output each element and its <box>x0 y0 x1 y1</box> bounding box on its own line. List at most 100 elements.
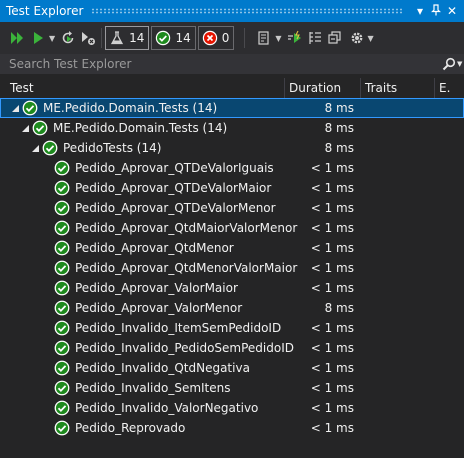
failed-tests-counter[interactable]: 0 <box>197 26 235 50</box>
test-row[interactable]: Pedido_Invalido_PedidoSemPedidoID < 1 ms <box>0 338 464 358</box>
passed-check-icon <box>54 240 70 256</box>
run-dropdown-chevron-icon[interactable]: ▼ <box>49 34 55 43</box>
title-bar: Test Explorer ▾ ✕ <box>0 0 464 22</box>
test-duration: < 1 ms <box>310 401 354 415</box>
window-title: Test Explorer <box>6 4 84 18</box>
test-name: ME.Pedido.Domain.Tests (14) <box>53 121 228 135</box>
passed-check-icon <box>54 340 70 356</box>
search-icon[interactable]: ▼ <box>442 57 464 71</box>
settings-gear-icon[interactable] <box>347 26 367 50</box>
tree-group-row[interactable]: PedidoTests (14) 8 ms <box>0 138 464 158</box>
test-name: Pedido_Aprovar_QTDeValorMenor <box>75 201 276 215</box>
test-row[interactable]: Pedido_Invalido_ItemSemPedidoID < 1 ms <box>0 318 464 338</box>
test-row[interactable]: Pedido_Aprovar_QTDeValorMenor < 1 ms <box>0 198 464 218</box>
test-row[interactable]: Pedido_Aprovar_QtdMaiorValorMenor < 1 ms <box>0 218 464 238</box>
passed-check-icon <box>32 120 48 136</box>
window-menu-chevron-icon[interactable]: ▾ <box>412 4 428 18</box>
passed-check-icon <box>54 200 70 216</box>
test-name: Pedido_Aprovar_QtdMaiorValorMenor <box>75 221 298 235</box>
flask-icon <box>111 31 124 45</box>
test-name: Pedido_Invalido_ItemSemPedidoID <box>75 321 282 335</box>
test-row[interactable]: Pedido_Invalido_ValorNegativo < 1 ms <box>0 398 464 418</box>
toolbar-separator <box>101 28 103 48</box>
test-name: Pedido_Aprovar_QtdMenor <box>75 241 234 255</box>
test-row[interactable]: Pedido_Aprovar_ValorMenor 8 ms <box>0 298 464 318</box>
passed-check-icon <box>54 420 70 436</box>
passed-check-icon <box>54 180 70 196</box>
passed-tests-counter[interactable]: 14 <box>151 26 196 50</box>
test-name: Pedido_Aprovar_QTDeValorIguais <box>75 161 274 175</box>
test-duration: 8 ms <box>324 141 354 155</box>
test-name: Pedido_Aprovar_ValorMenor <box>75 301 243 315</box>
settings-dropdown-chevron-icon[interactable]: ▼ <box>368 34 374 43</box>
test-duration: < 1 ms <box>310 361 354 375</box>
close-icon[interactable]: ✕ <box>444 4 460 18</box>
total-count: 14 <box>129 31 145 45</box>
test-name: PedidoTests (14) <box>63 141 162 155</box>
test-duration: 8 ms <box>324 301 354 315</box>
search-options-chevron-icon[interactable]: ▼ <box>457 60 462 68</box>
tree-group-row[interactable]: ME.Pedido.Domain.Tests (14) 8 ms <box>0 118 464 138</box>
total-tests-counter[interactable]: 14 <box>105 26 150 50</box>
passed-count: 14 <box>175 31 191 45</box>
expand-triangle-icon[interactable] <box>20 118 30 138</box>
passed-check-icon <box>22 100 38 116</box>
title-grip[interactable] <box>91 8 404 14</box>
test-duration: < 1 ms <box>310 381 354 395</box>
test-name: Pedido_Aprovar_ValorMaior <box>75 281 238 295</box>
group-by-icon[interactable] <box>305 26 325 50</box>
test-duration: < 1 ms <box>310 221 354 235</box>
passed-check-icon <box>54 300 70 316</box>
run-after-build-icon[interactable] <box>285 26 305 50</box>
search-placeholder: Search Test Explorer <box>9 57 132 71</box>
expand-triangle-icon[interactable] <box>30 138 40 158</box>
pin-icon[interactable] <box>428 3 444 19</box>
test-name: Pedido_Aprovar_QTDeValorMaior <box>75 181 272 195</box>
failed-x-icon <box>202 30 217 46</box>
test-row[interactable]: Pedido_Aprovar_QTDeValorMaior < 1 ms <box>0 178 464 198</box>
test-duration: < 1 ms <box>310 281 354 295</box>
test-duration: < 1 ms <box>310 181 354 195</box>
passed-check-icon <box>54 360 70 376</box>
test-row[interactable]: Pedido_Reprovado < 1 ms <box>0 418 464 438</box>
test-row[interactable]: Pedido_Aprovar_QtdMenor < 1 ms <box>0 238 464 258</box>
test-name: Pedido_Aprovar_QtdMenorValorMaior <box>75 261 298 275</box>
playlist-icon[interactable] <box>254 26 274 50</box>
run-all-icon[interactable] <box>6 26 28 50</box>
test-duration: < 1 ms <box>310 261 354 275</box>
test-name: Pedido_Invalido_SemItens <box>75 381 231 395</box>
search-input[interactable]: Search Test Explorer ▼ <box>0 54 464 74</box>
column-error[interactable]: E. <box>434 78 464 98</box>
passed-check-icon <box>54 280 70 296</box>
repeat-last-run-icon[interactable] <box>58 26 78 50</box>
test-row[interactable]: Pedido_Invalido_QtdNegativa < 1 ms <box>0 358 464 378</box>
passed-check-icon <box>156 30 171 46</box>
test-duration: < 1 ms <box>310 421 354 435</box>
column-duration[interactable]: Duration <box>284 78 360 98</box>
run-icon[interactable] <box>28 26 48 50</box>
passed-check-icon <box>42 140 58 156</box>
test-name: ME.Pedido.Domain.Tests (14) <box>43 101 218 115</box>
passed-check-icon <box>54 220 70 236</box>
test-duration: < 1 ms <box>310 161 354 175</box>
tree-group-row[interactable]: ME.Pedido.Domain.Tests (14) 8 ms <box>0 98 464 118</box>
passed-check-icon <box>54 260 70 276</box>
test-name: Pedido_Reprovado <box>75 421 186 435</box>
expand-triangle-icon[interactable] <box>10 98 20 118</box>
cancel-run-icon[interactable] <box>78 26 98 50</box>
test-duration: < 1 ms <box>310 241 354 255</box>
column-test[interactable]: Test <box>0 78 284 98</box>
test-name: Pedido_Invalido_QtdNegativa <box>75 361 250 375</box>
test-row[interactable]: Pedido_Aprovar_QTDeValorIguais < 1 ms <box>0 158 464 178</box>
test-name: Pedido_Invalido_ValorNegativo <box>75 401 259 415</box>
test-row[interactable]: Pedido_Aprovar_ValorMaior < 1 ms <box>0 278 464 298</box>
column-traits[interactable]: Traits <box>360 78 434 98</box>
test-duration: 8 ms <box>324 121 354 135</box>
collapse-all-icon[interactable] <box>325 26 345 50</box>
test-row[interactable]: Pedido_Invalido_SemItens < 1 ms <box>0 378 464 398</box>
test-duration: < 1 ms <box>310 321 354 335</box>
passed-check-icon <box>54 320 70 336</box>
playlist-dropdown-chevron-icon[interactable]: ▼ <box>275 34 281 43</box>
failed-count: 0 <box>221 31 230 45</box>
test-row[interactable]: Pedido_Aprovar_QtdMenorValorMaior < 1 ms <box>0 258 464 278</box>
